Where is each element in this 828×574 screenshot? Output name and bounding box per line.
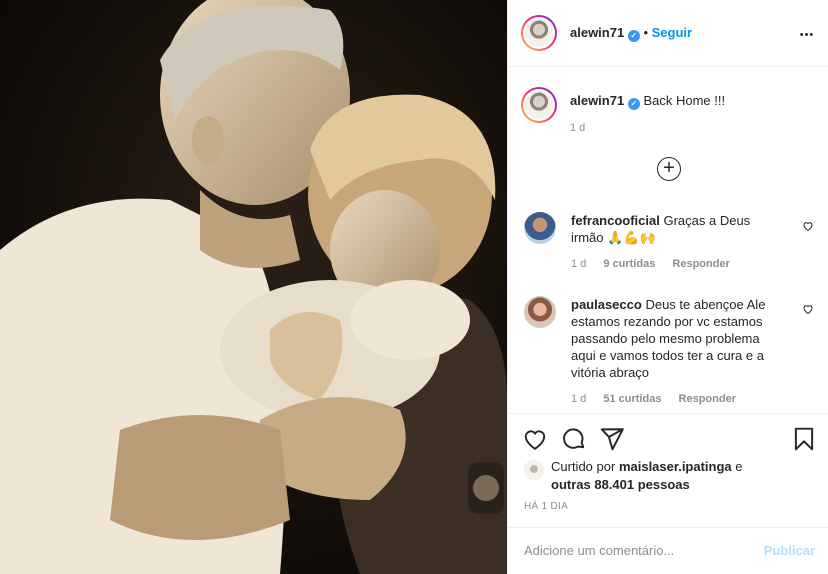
follow-button[interactable]: Seguir: [652, 25, 692, 40]
liker-avatar[interactable]: [524, 460, 544, 480]
likes-count[interactable]: outras 88.401 pessoas: [551, 477, 690, 492]
add-comment-bar: Adicione um comentário... Publicar: [508, 527, 828, 574]
likes-summary: Curtido por maislaser.ipatinga e outras …: [524, 458, 743, 494]
comment-username[interactable]: fefrancooficial: [571, 213, 660, 228]
bookmark-icon[interactable]: [791, 426, 817, 452]
liker-username[interactable]: maislaser.ipatinga: [619, 459, 732, 474]
comment-input[interactable]: Adicione um comentário...: [524, 543, 674, 558]
post-photo-image: [0, 0, 507, 574]
caption-text: Back Home !!!: [643, 93, 726, 108]
author-avatar[interactable]: [521, 15, 557, 51]
heart-icon[interactable]: [522, 426, 548, 452]
reply-button[interactable]: Responder: [679, 393, 736, 405]
comment-item: paulasecco Deus te abençoe Ale estamos r…: [524, 296, 814, 406]
separator: •: [643, 25, 649, 40]
load-more-comments-icon[interactable]: +: [657, 157, 681, 181]
post-panel: alewin71 ✓ • Seguir ••• alewin71 ✓ Back …: [507, 0, 828, 574]
comment-heart-icon[interactable]: [802, 303, 814, 315]
comment-username[interactable]: paulasecco: [571, 297, 642, 312]
comment-likes[interactable]: 9 curtidas: [603, 258, 655, 270]
comment-heart-icon[interactable]: [802, 220, 814, 232]
more-options-icon[interactable]: •••: [797, 26, 817, 46]
likes-connector: e: [735, 459, 743, 474]
caption-username[interactable]: alewin71: [570, 93, 624, 108]
reply-button[interactable]: Responder: [672, 258, 729, 270]
caption-author-avatar[interactable]: [521, 87, 557, 123]
comment-icon[interactable]: [561, 426, 587, 452]
commenter-avatar[interactable]: [524, 212, 556, 244]
commenter-avatar[interactable]: [524, 296, 556, 328]
verified-badge-icon: ✓: [627, 30, 640, 42]
comment-item: fefrancooficial Graças a Deus irmão 🙏💪🙌 …: [524, 212, 814, 274]
share-icon[interactable]: [599, 426, 625, 452]
comment-likes[interactable]: 51 curtidas: [603, 393, 661, 405]
verified-badge-icon: ✓: [627, 98, 640, 110]
comment-time[interactable]: 1 d: [571, 393, 586, 405]
post-actions: Curtido por maislaser.ipatinga e outras …: [508, 413, 828, 526]
post-time[interactable]: HÁ 1 DIA: [524, 501, 568, 512]
publish-button[interactable]: Publicar: [764, 543, 815, 558]
post-photo[interactable]: [0, 0, 507, 574]
comment-time[interactable]: 1 d: [571, 258, 586, 270]
caption-time[interactable]: 1 d: [570, 122, 585, 134]
post-header: alewin71 ✓ • Seguir •••: [508, 0, 828, 67]
author-username[interactable]: alewin71: [570, 25, 624, 40]
likes-prefix: Curtido por: [551, 459, 616, 474]
